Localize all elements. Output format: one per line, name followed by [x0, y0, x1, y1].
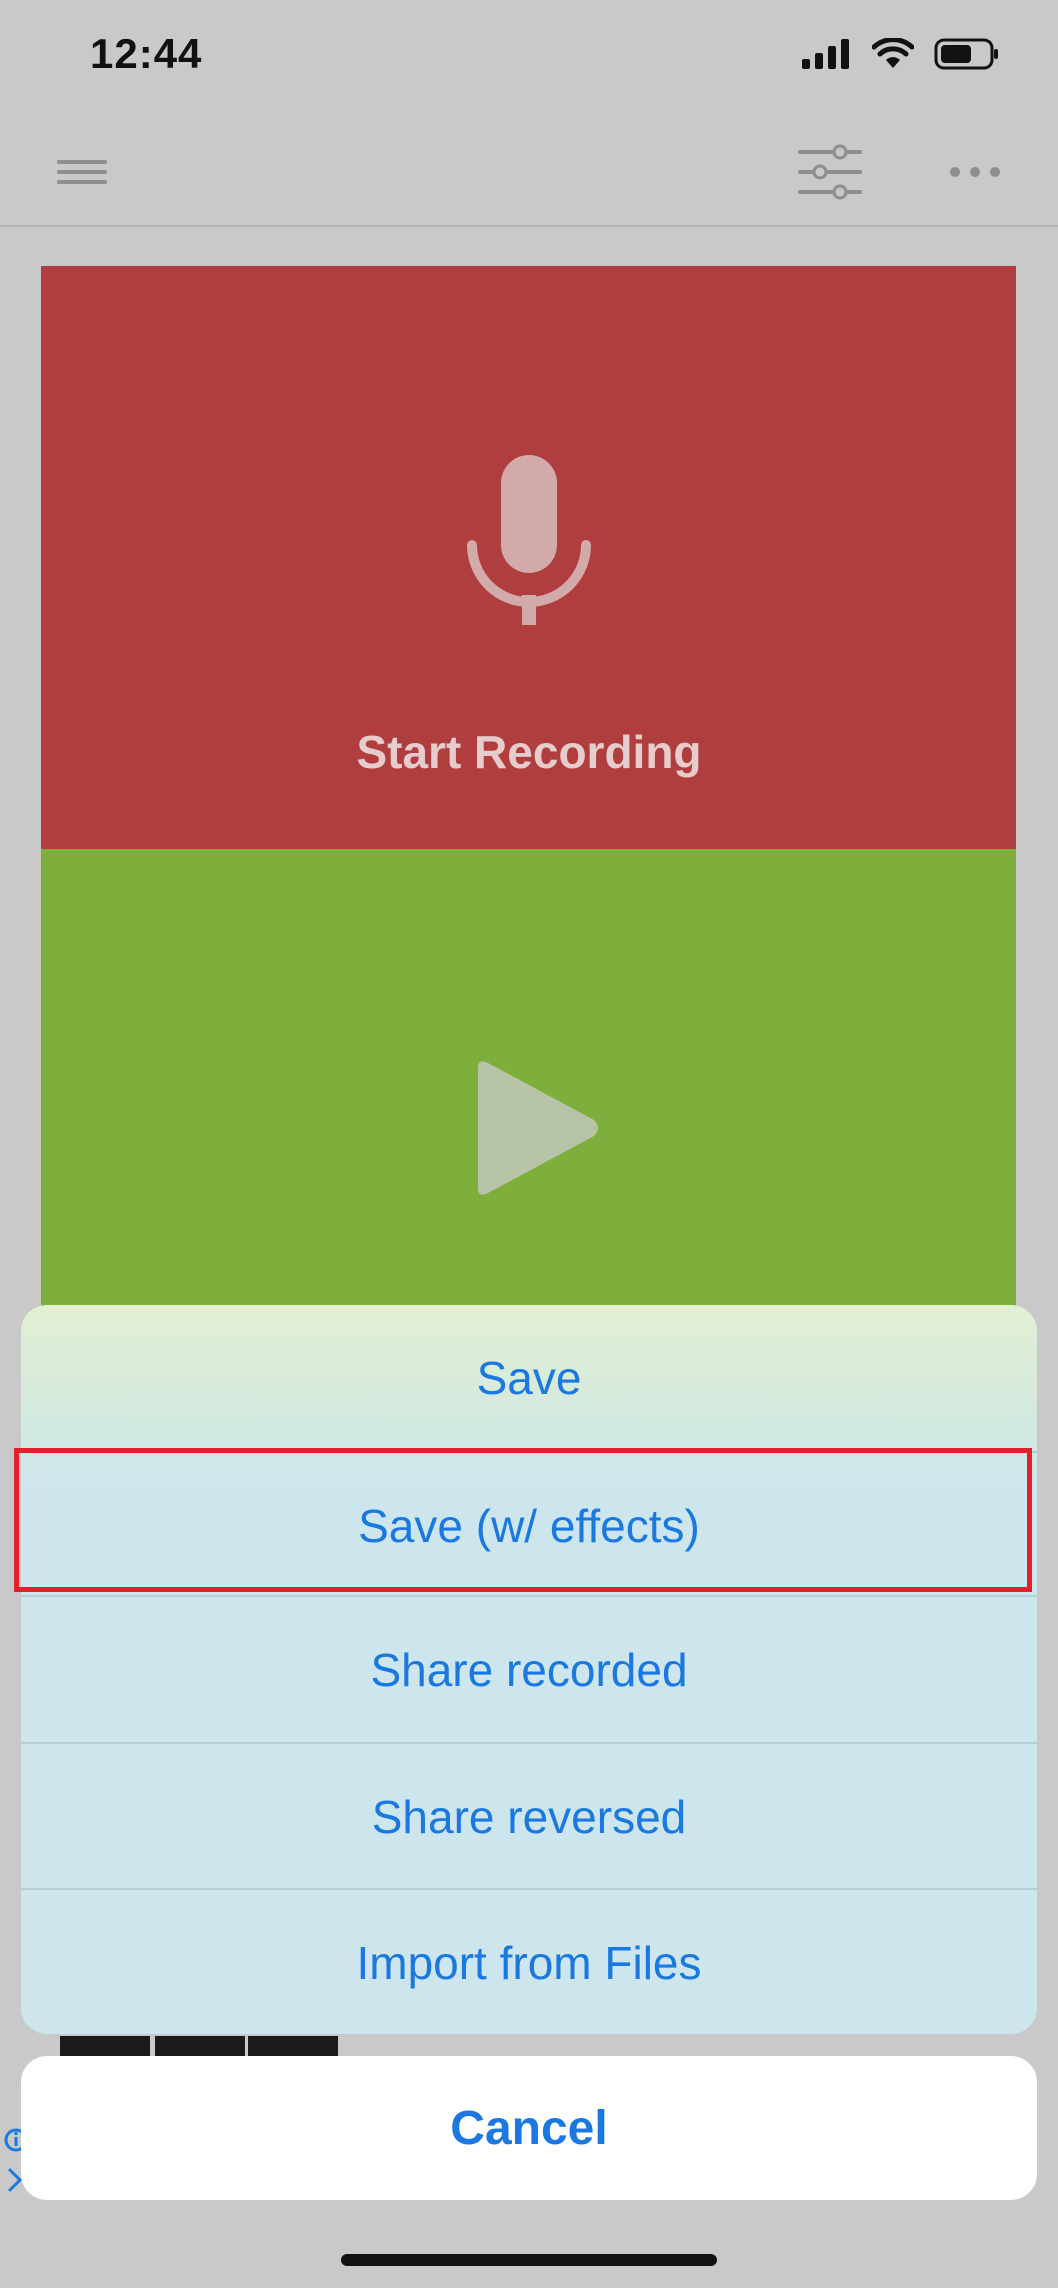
battery-icon — [934, 38, 998, 70]
menu-button[interactable] — [48, 140, 118, 204]
more-horizontal-icon — [950, 167, 1000, 177]
import-from-files-button[interactable]: Import from Files — [21, 1890, 1037, 2034]
more-options-button[interactable] — [940, 140, 1010, 204]
status-time: 12:44 — [90, 30, 203, 77]
cellular-signal-icon — [802, 39, 849, 69]
sliders-icon — [798, 144, 862, 200]
share-recorded-button[interactable]: Share recorded — [21, 1597, 1037, 1743]
start-recording-label: Start Recording — [356, 726, 702, 778]
status-bar: 12:44 — [0, 0, 1058, 120]
play-icon — [478, 1061, 598, 1195]
wifi-icon — [872, 38, 914, 68]
highlight-box — [14, 1448, 1032, 1592]
cancel-button[interactable]: Cancel — [21, 2056, 1037, 2200]
save-button[interactable]: Save — [21, 1305, 1037, 1451]
share-reversed-button[interactable]: Share reversed — [21, 1744, 1037, 1890]
microphone-icon — [467, 455, 591, 625]
nav-bar — [0, 120, 1058, 227]
hamburger-menu-icon — [57, 160, 107, 184]
effects-settings-button[interactable] — [795, 140, 865, 204]
status-icons — [802, 38, 1000, 70]
action-sheet: Save Save (w/ effects) Share recorded Sh… — [21, 1305, 1037, 2034]
home-indicator — [341, 2254, 717, 2266]
